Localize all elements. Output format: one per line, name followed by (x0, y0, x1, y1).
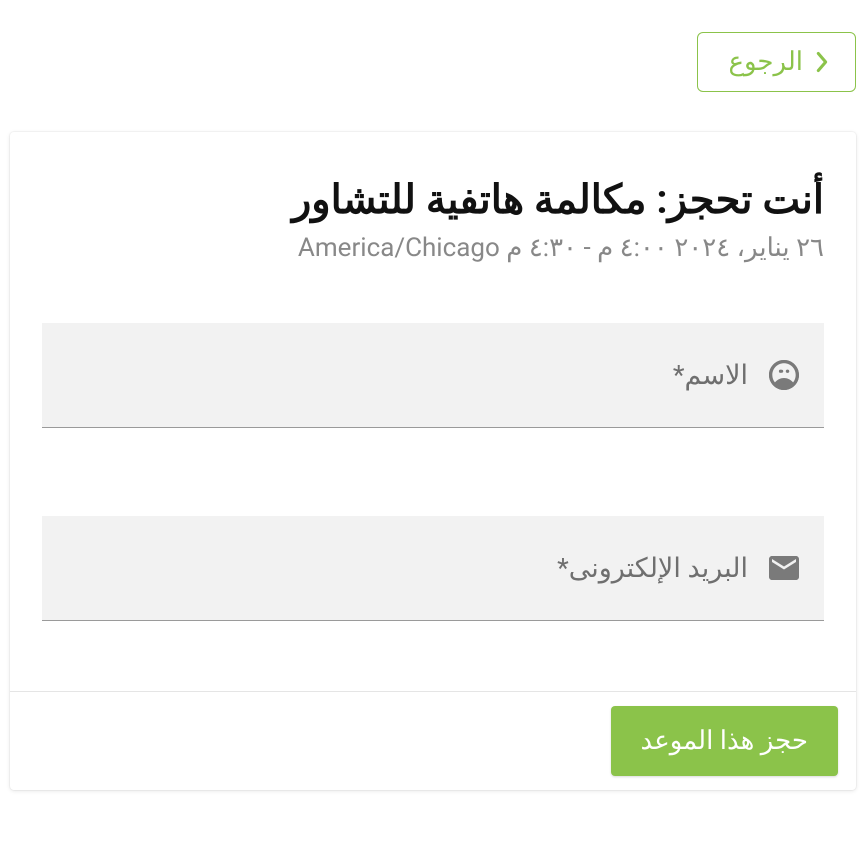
card-footer: حجز هذا الموعد (10, 691, 856, 790)
email-field[interactable]: البريد الإلكترونى* (42, 516, 824, 621)
submit-button[interactable]: حجز هذا الموعد (611, 706, 838, 776)
form-area: الاسم* البريد الإلكترونى* (10, 273, 856, 691)
name-field-label: الاسم* (673, 359, 748, 391)
card-header: أنت تحجز: مكالمة هاتفية للتشاور ٢٦ يناير… (10, 132, 856, 273)
booking-card: أنت تحجز: مكالمة هاتفية للتشاور ٢٦ يناير… (10, 132, 856, 790)
person-icon (766, 357, 802, 393)
card-title: أنت تحجز: مكالمة هاتفية للتشاور (42, 176, 824, 223)
email-input[interactable] (64, 552, 539, 584)
chevron-right-icon (815, 51, 829, 73)
submit-button-label: حجز هذا الموعد (641, 726, 808, 756)
card-subtitle: ٢٦ يناير، ٢٠٢٤ ٤:٠٠ م - ٤:٣٠ م America/C… (42, 233, 824, 263)
name-field[interactable]: الاسم* (42, 323, 824, 428)
name-input[interactable] (64, 359, 655, 391)
back-button-label: الرجوع (728, 47, 803, 77)
email-field-label: البريد الإلكترونى* (557, 552, 748, 584)
email-icon (766, 550, 802, 586)
back-button[interactable]: الرجوع (697, 32, 856, 92)
